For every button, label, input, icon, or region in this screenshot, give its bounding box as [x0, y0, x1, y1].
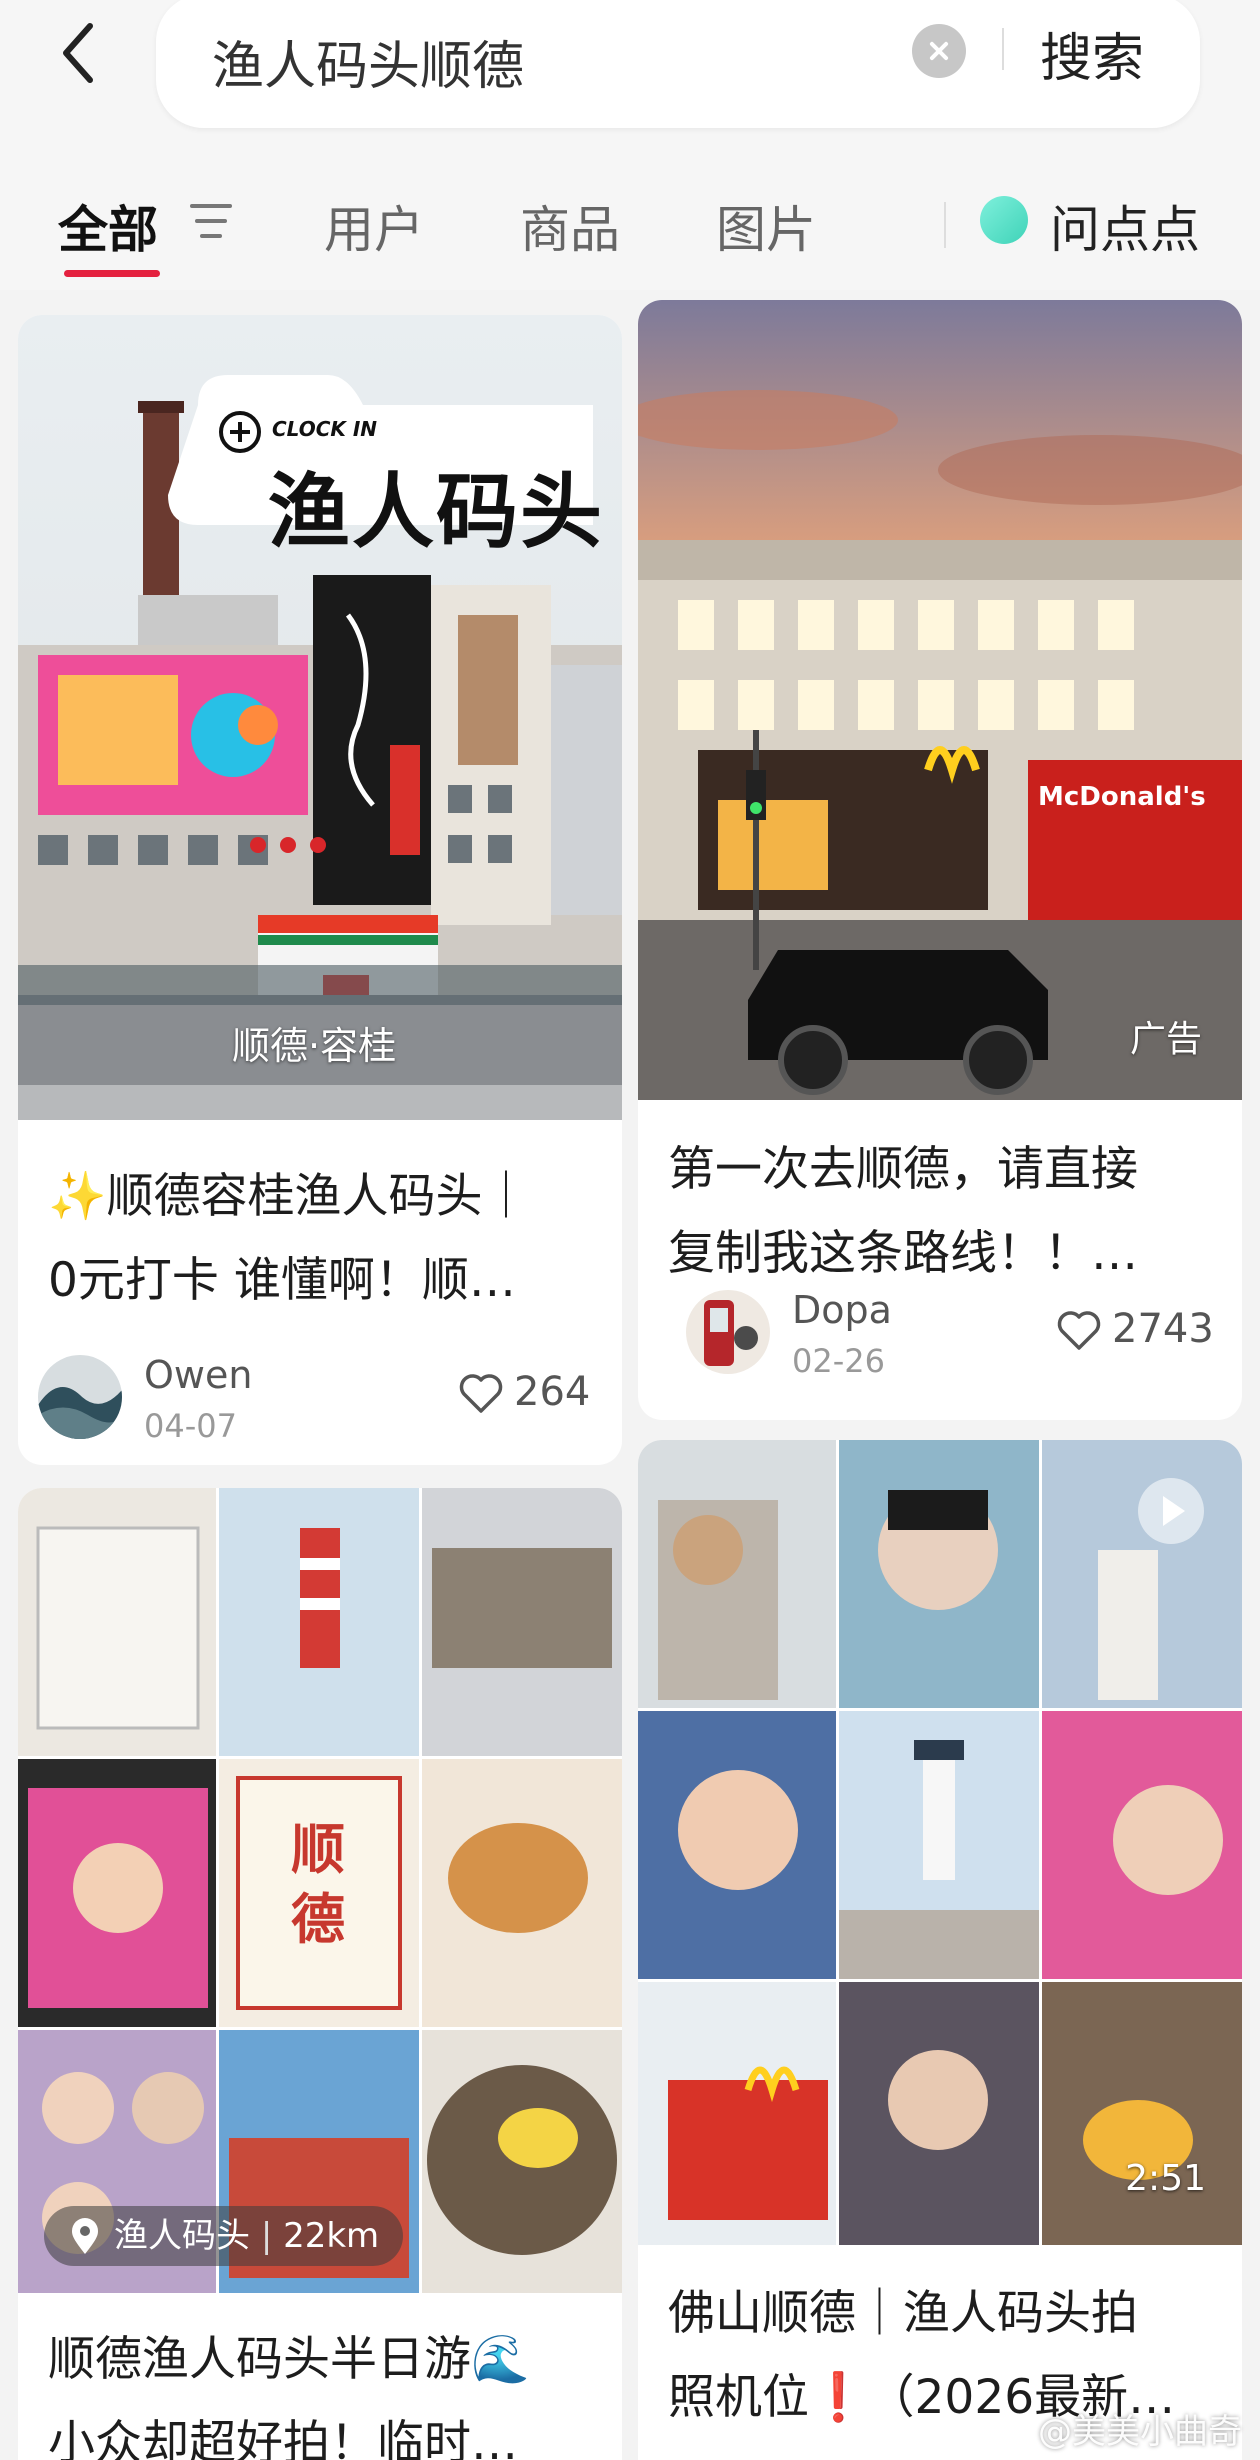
ask-ai-icon[interactable] — [980, 196, 1028, 244]
active-tab-indicator — [64, 270, 160, 277]
feed-card[interactable]: 顺 德 渔人码头 | 22km 顺德渔人码头半日游🌊 小众却超好拍！临时… — [18, 1488, 622, 2460]
search-input[interactable]: 渔人码头顺德 — [212, 24, 524, 99]
svg-text:顺: 顺 — [291, 1818, 345, 1881]
author-name: Dopa — [792, 1288, 892, 1332]
post-date: 02-26 — [792, 1342, 885, 1380]
author-info[interactable]: Dopa 02-26 — [686, 1288, 986, 1380]
chevron-left-icon — [63, 23, 93, 83]
back-button[interactable] — [52, 18, 112, 88]
filter-icon[interactable] — [190, 204, 232, 240]
feed-card[interactable]: 2:51 佛山顺德｜渔人码头拍 照机位❗️（2026最新… — [638, 1440, 1242, 2460]
top-bar: 渔人码头顺德 搜索 — [0, 0, 1260, 150]
cover-caption: 顺德·容桂 — [232, 1024, 397, 1068]
search-box[interactable]: 渔人码头顺德 搜索 — [156, 0, 1200, 128]
svg-text:McDonald's: McDonald's — [1038, 782, 1206, 812]
like-button[interactable]: 2743 — [1056, 1306, 1226, 1356]
feed-card[interactable]: CLOCK IN 渔人码头 顺德·容桂 ✨顺德容桂渔人码头｜ 0元打卡 谁懂啊！… — [18, 315, 622, 1465]
collage-photo — [638, 1440, 1242, 2245]
tab-bar: 全部 用户 商品 图片 问点点 — [0, 150, 1260, 290]
author-name: Owen — [144, 1353, 253, 1397]
tab-images[interactable]: 图片 — [716, 190, 816, 262]
collage-photo: 顺 德 — [18, 1488, 622, 2293]
svg-text:德: 德 — [291, 1888, 345, 1951]
search-button[interactable]: 搜索 — [1040, 16, 1144, 91]
cover-image[interactable]: 顺 德 渔人码头 | 22km — [18, 1488, 622, 2293]
watermark: @美美小曲奇 — [1038, 2412, 1242, 2452]
card-title: 顺德渔人码头半日游🌊 小众却超好拍！临时… — [48, 2332, 530, 2460]
post-date: 04-07 — [144, 1407, 237, 1445]
heart-icon — [459, 1374, 503, 1413]
card-title: 第一次去顺德，请直接 复制我这条路线！！… — [668, 1142, 1138, 1281]
location-distance: 22km — [283, 2216, 380, 2256]
search-divider — [1002, 28, 1004, 70]
tab-users[interactable]: 用户 — [324, 190, 424, 262]
tab-products[interactable]: 商品 — [520, 190, 620, 262]
avatar[interactable] — [686, 1290, 770, 1374]
ask-ai-button[interactable]: 问点点 — [1050, 190, 1200, 262]
tabs-divider — [944, 202, 946, 248]
like-count: 264 — [514, 1369, 591, 1415]
location-name: 渔人码头 — [114, 2216, 250, 2256]
location-pin-icon — [72, 2218, 98, 2254]
cover-headline: 渔人码头 — [268, 465, 605, 560]
add-circle-icon — [219, 411, 261, 453]
clock-in-label: CLOCK IN — [272, 417, 378, 441]
cover-image[interactable]: CLOCK IN 渔人码头 顺德·容桂 — [18, 315, 622, 1120]
play-icon[interactable] — [1138, 1478, 1204, 1544]
cover-image[interactable]: McDonald's 广告 — [638, 300, 1242, 1100]
avatar[interactable] — [38, 1355, 122, 1439]
tab-all[interactable]: 全部 — [58, 190, 158, 262]
like-button[interactable]: 264 — [458, 1369, 608, 1419]
heart-icon — [1057, 1311, 1101, 1350]
location-badge[interactable]: 渔人码头 | 22km — [44, 2206, 404, 2266]
ad-tag: 广告 — [1129, 1019, 1202, 1060]
card-title: ✨顺德容桂渔人码头｜ 0元打卡 谁懂啊！顺… — [48, 1169, 530, 1308]
cover-image[interactable]: 2:51 — [638, 1440, 1242, 2245]
like-count: 2743 — [1112, 1306, 1214, 1352]
video-duration: 2:51 — [1125, 2158, 1206, 2199]
street-photo: McDonald's — [638, 300, 1242, 1100]
author-info[interactable]: Owen 04-07 — [38, 1353, 368, 1445]
clear-icon[interactable] — [912, 24, 966, 78]
feed-card[interactable]: McDonald's 广告 第一次去顺德，请直接 复制我这条路线！！… Dopa… — [638, 300, 1242, 1420]
